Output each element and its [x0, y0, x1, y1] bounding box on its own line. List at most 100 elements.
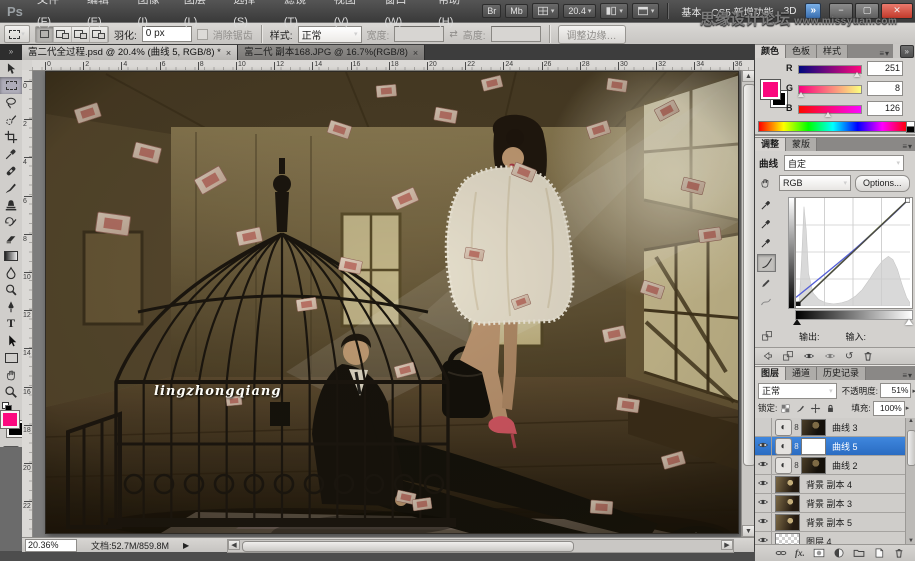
layers-scroll-thumb[interactable] — [907, 430, 915, 466]
horizontal-scroll-thumb[interactable] — [242, 541, 574, 552]
white-point-eyedropper-icon[interactable] — [757, 235, 774, 251]
crop-tool[interactable] — [0, 128, 22, 145]
layer-row-2[interactable]: ◐8曲线 2 — [755, 456, 915, 475]
layer-visibility-toggle[interactable] — [755, 475, 772, 493]
layer-thumbnail[interactable] — [775, 476, 800, 493]
layers-scrollbar[interactable]: ▲ ▼ — [905, 418, 915, 544]
launch-mini-bridge-button[interactable]: Mb — [505, 4, 528, 18]
layers-tab-2[interactable]: 历史记录 — [817, 367, 866, 380]
move-tool[interactable] — [0, 60, 22, 77]
adjustments-tab-0[interactable]: 调整 — [755, 138, 786, 151]
rectangular-marquee-tool[interactable] — [0, 77, 22, 94]
workspace-item-0[interactable]: 基本 — [676, 4, 706, 19]
foreground-color-well[interactable] — [761, 80, 780, 99]
adjustments-panel-menu-icon[interactable]: ≡▾ — [902, 142, 915, 151]
layer-style-icon[interactable]: fx. — [795, 548, 805, 558]
clip-to-layer-icon[interactable] — [782, 350, 794, 362]
layer-visibility-toggle[interactable] — [755, 418, 772, 436]
layers-panel-menu-icon[interactable]: ≡▾ — [902, 371, 915, 380]
healing-brush-tool[interactable] — [0, 162, 22, 179]
layers-tab-1[interactable]: 通道 — [786, 367, 817, 380]
curves-channel-select[interactable]: RGB▾ — [779, 175, 851, 191]
toolbar-collapse-button[interactable]: » — [0, 44, 22, 60]
on-image-adjust-icon[interactable] — [759, 177, 771, 189]
layer-visibility-toggle[interactable] — [755, 437, 772, 455]
foreground-color-swatch[interactable] — [1, 411, 19, 428]
curves-preset-select[interactable]: 自定▾ — [784, 155, 904, 171]
dodge-tool[interactable] — [0, 281, 22, 298]
mask-link-icon[interactable]: 8 — [792, 423, 801, 432]
lock-position-icon[interactable] — [809, 402, 822, 415]
eraser-tool[interactable] — [0, 230, 22, 247]
layer-thumbnail[interactable] — [775, 514, 800, 531]
color-tab-0[interactable]: 颜色 — [755, 45, 786, 58]
lock-transparency-icon[interactable] — [779, 402, 792, 415]
curves-adjustment-icon[interactable]: ◐ — [775, 438, 792, 455]
layer-row-4[interactable]: 背景 副本 3 — [755, 494, 915, 513]
menu-item-3[interactable]: 图层(L) — [177, 0, 226, 33]
document-canvas[interactable]: lingzhongqiang — [45, 71, 739, 534]
document-tab-0[interactable]: 富二代全过程.psd @ 20.4% (曲线 5, RGB/8) *× — [22, 45, 238, 60]
vertical-scrollbar[interactable]: ▲ ▼ — [741, 70, 755, 537]
menu-item-8[interactable]: 帮助(H) — [431, 0, 482, 33]
screen-mode-button[interactable]: ▾ — [632, 3, 660, 19]
zoom-tool[interactable] — [0, 383, 22, 400]
menu-item-1[interactable]: 编辑(E) — [80, 0, 131, 33]
channel-slider[interactable] — [798, 85, 862, 94]
layer-mask-thumbnail[interactable] — [801, 457, 826, 474]
edit-curve-points-icon[interactable] — [757, 254, 776, 272]
fill-spinner-icon[interactable]: ▸ — [906, 404, 910, 412]
workspace-item-2[interactable]: 3D — [779, 6, 802, 17]
path-selection-tool[interactable] — [0, 332, 22, 349]
pen-tool[interactable] — [0, 298, 22, 315]
layers-tab-0[interactable]: 图层 — [755, 367, 786, 380]
hand-tool[interactable] — [0, 366, 22, 383]
color-tab-1[interactable]: 色板 — [786, 45, 817, 58]
draw-curve-pencil-icon[interactable] — [757, 275, 774, 291]
channel-slider-thumb[interactable] — [798, 92, 804, 97]
opacity-value[interactable]: 51% — [880, 383, 912, 398]
link-layers-icon[interactable] — [775, 547, 787, 559]
view-extras-button[interactable]: ▾ — [532, 3, 560, 19]
toggle-visibility-icon[interactable] — [803, 350, 815, 362]
curves-adjustment-icon[interactable]: ◐ — [775, 419, 792, 436]
channel-value-input[interactable]: 8 — [867, 81, 903, 96]
menu-item-0[interactable]: 文件(F) — [30, 0, 80, 33]
color-panel-menu-icon[interactable]: ≡▾ — [879, 49, 893, 58]
zoom-level-control[interactable]: 20.4▾ — [563, 4, 596, 18]
return-to-adjustment-list-icon[interactable] — [761, 350, 773, 362]
layer-thumbnail[interactable] — [775, 533, 800, 545]
layer-mask-thumbnail[interactable] — [801, 438, 826, 455]
spectrum-black-chip[interactable] — [906, 126, 915, 133]
new-layer-icon[interactable] — [873, 547, 885, 559]
quick-selection-tool[interactable] — [0, 111, 22, 128]
black-point-slider[interactable] — [793, 319, 801, 325]
launch-bridge-button[interactable]: Br — [482, 4, 501, 18]
minimize-button[interactable]: − — [829, 3, 853, 19]
channel-slider-thumb[interactable] — [854, 72, 860, 77]
blur-tool[interactable] — [0, 264, 22, 281]
workspace-overflow-button[interactable]: » — [805, 3, 821, 19]
layer-mask-thumbnail[interactable] — [801, 419, 826, 436]
menu-item-7[interactable]: 窗口(W) — [377, 0, 431, 33]
layer-row-5[interactable]: 背景 副本 5 — [755, 513, 915, 532]
new-group-icon[interactable] — [853, 547, 865, 559]
view-previous-state-icon[interactable] — [824, 350, 836, 362]
status-zoom-input[interactable]: 20.36% — [25, 539, 77, 552]
fill-value[interactable]: 100% — [873, 401, 905, 416]
layer-visibility-toggle[interactable] — [755, 532, 772, 544]
lasso-tool[interactable] — [0, 94, 22, 111]
layers-scroll-up-icon[interactable]: ▲ — [906, 418, 915, 424]
layer-row-3[interactable]: 背景 副本 4 — [755, 475, 915, 494]
close-tab-icon[interactable]: × — [413, 48, 418, 58]
channel-value-input[interactable]: 126 — [867, 101, 903, 116]
menu-item-2[interactable]: 图像(I) — [131, 0, 177, 33]
curves-adjustment-icon[interactable]: ◐ — [775, 457, 792, 474]
channel-slider-thumb[interactable] — [825, 112, 831, 117]
gray-point-eyedropper-icon[interactable] — [757, 216, 774, 232]
document-tab-1[interactable]: 富二代 副本168.JPG @ 16.7%(RGB/8)× — [238, 45, 425, 60]
delete-adjustment-icon[interactable] — [862, 350, 874, 362]
close-button[interactable]: ✕ — [881, 3, 913, 19]
gradient-tool[interactable] — [0, 247, 22, 264]
color-tab-2[interactable]: 样式 — [817, 45, 848, 58]
